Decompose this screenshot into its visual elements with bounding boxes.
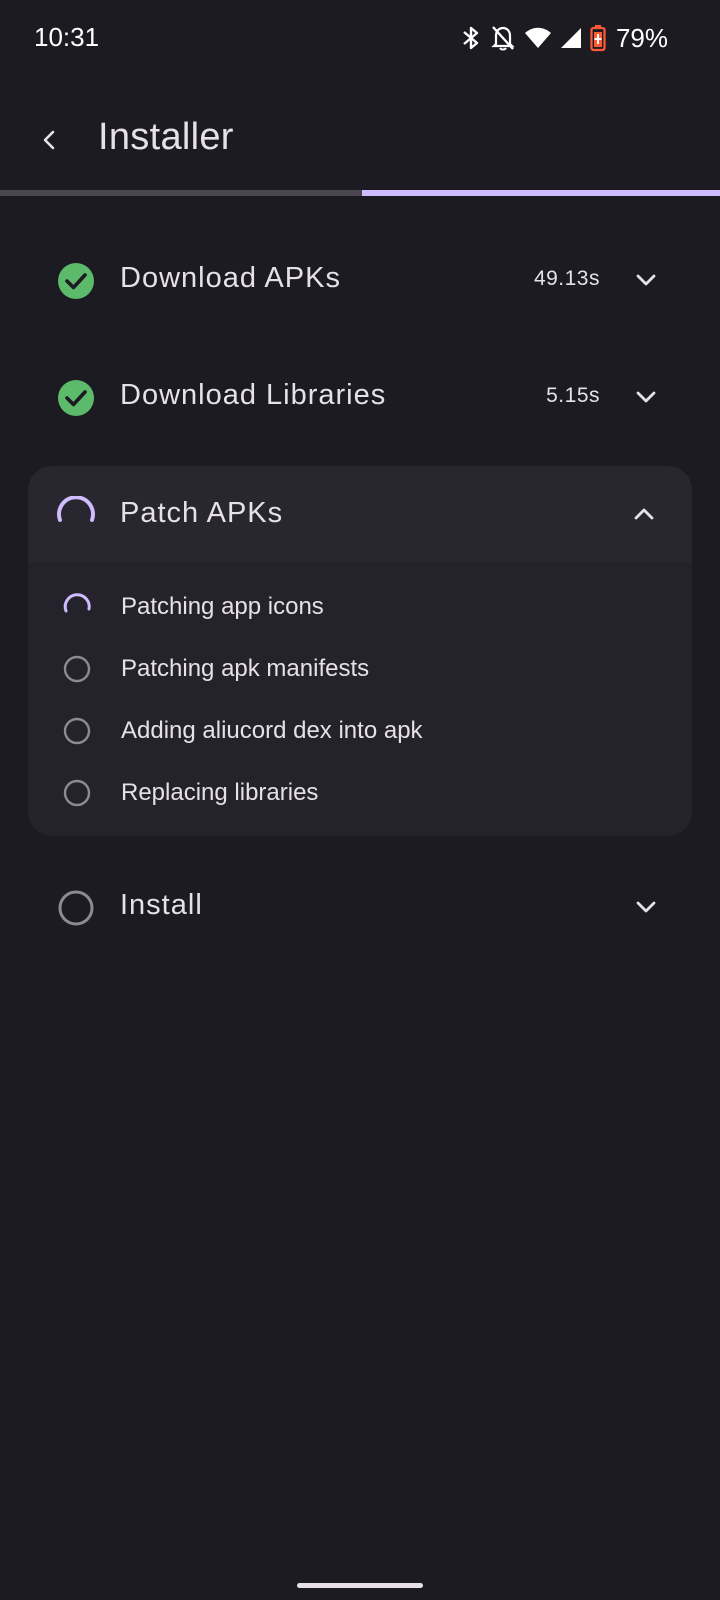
substep-item: Patching app icons bbox=[28, 576, 692, 638]
status-time: 10:31 bbox=[34, 22, 100, 52]
chevron-down-icon[interactable] bbox=[632, 266, 660, 294]
step-install[interactable]: Install bbox=[28, 857, 692, 957]
chevron-down-icon[interactable] bbox=[632, 383, 660, 411]
step-duration: 5.15s bbox=[546, 384, 600, 407]
status-icons: 79% bbox=[460, 22, 668, 54]
step-label: Download APKs bbox=[120, 262, 341, 294]
pending-circle-icon bbox=[56, 888, 96, 928]
step-download-apks[interactable]: Download APKs 49.13s bbox=[28, 230, 692, 330]
app-bar: Installer bbox=[0, 96, 720, 186]
back-button[interactable] bbox=[22, 114, 78, 170]
substep-label: Replacing libraries bbox=[121, 779, 319, 806]
step-download-libraries[interactable]: Download Libraries 5.15s bbox=[28, 347, 692, 447]
page-title: Installer bbox=[98, 116, 234, 158]
substep-item: Adding aliucord dex into apk bbox=[28, 700, 692, 762]
check-circle-icon bbox=[56, 261, 96, 301]
substep-item: Patching apk manifests bbox=[28, 638, 692, 700]
back-arrow-icon bbox=[38, 128, 62, 157]
substep-label: Patching app icons bbox=[121, 593, 324, 620]
step-header[interactable]: Patch APKs bbox=[28, 466, 692, 562]
notifications-off-icon bbox=[490, 24, 516, 52]
wifi-icon bbox=[524, 26, 552, 50]
chevron-down-icon[interactable] bbox=[632, 893, 660, 921]
progress-indicator bbox=[362, 190, 720, 196]
status-bar: 10:31 79% bbox=[0, 0, 720, 80]
pending-circle-icon bbox=[62, 654, 92, 684]
step-label: Download Libraries bbox=[120, 379, 387, 411]
step-label: Patch APKs bbox=[120, 497, 284, 529]
battery-charging-icon bbox=[590, 24, 606, 52]
check-circle-icon bbox=[56, 378, 96, 418]
substep-item: Replacing libraries bbox=[28, 762, 692, 824]
loading-spinner-icon bbox=[62, 592, 92, 622]
step-patch-apks: Patch APKs Patching app icons Patching a… bbox=[28, 466, 692, 836]
pending-circle-icon bbox=[62, 716, 92, 746]
step-label: Install bbox=[120, 889, 203, 921]
bluetooth-icon bbox=[460, 24, 482, 52]
substep-label: Adding aliucord dex into apk bbox=[121, 717, 423, 744]
install-progress-bar bbox=[0, 190, 720, 196]
substep-label: Patching apk manifests bbox=[121, 655, 370, 682]
cell-signal-icon bbox=[560, 26, 582, 50]
battery-percentage: 79% bbox=[615, 22, 668, 53]
pending-circle-icon bbox=[62, 778, 92, 808]
chevron-up-icon[interactable] bbox=[630, 500, 658, 528]
home-gesture-bar[interactable] bbox=[297, 1583, 423, 1588]
step-duration: 49.13s bbox=[533, 267, 600, 290]
loading-spinner-icon bbox=[56, 495, 96, 536]
